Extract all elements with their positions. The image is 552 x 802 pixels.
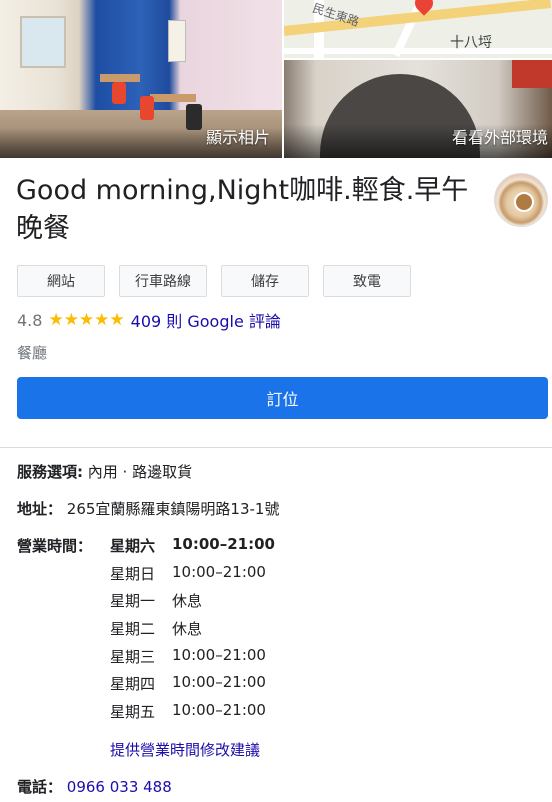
hours-table[interactable]: 星期六 10:00–21:00 星期日 10:00–21:00 星期一 休息 星… [110, 535, 275, 729]
business-category: 餐廳 [17, 344, 48, 362]
suggest-hours-edit-link[interactable]: 提供營業時間修改建議 [110, 739, 260, 760]
rating-row: 4.8 ★★★★★ 409 則 Google 評論 [17, 309, 281, 331]
hours-day: 星期二 [110, 620, 156, 639]
hours-day: 星期四 [110, 675, 156, 694]
call-button[interactable]: 致電 [323, 265, 411, 297]
save-button[interactable]: 儲存 [221, 265, 309, 297]
map-place-label: 十八埒 [450, 35, 492, 51]
hours-row-saturday: 星期六 10:00–21:00 [110, 535, 275, 563]
hours-time: 10:00–21:00 [172, 673, 266, 692]
show-photos-label[interactable]: 顯示相片 [206, 124, 270, 148]
see-outside-label[interactable]: 看看外部環境 [452, 124, 548, 148]
divider [0, 447, 552, 448]
hours-day: 星期六 [110, 537, 156, 555]
hours-row-friday: 星期五 10:00–21:00 [110, 701, 275, 729]
rating-value: 4.8 [17, 310, 43, 330]
sign-graphic [512, 60, 552, 88]
action-buttons: 網站 行車路線 儲存 致電 [17, 265, 411, 297]
hours-time: 10:00–21:00 [172, 645, 266, 664]
table-graphic [100, 74, 140, 82]
star-rating-icon: ★★★★★ [48, 310, 125, 330]
map-road [284, 48, 552, 54]
map-thumbnail[interactable]: 民生東路 十八埒 [284, 0, 552, 58]
hours-time: 休息 [172, 620, 203, 639]
hours-row-wednesday: 星期三 10:00–21:00 [110, 646, 275, 674]
hours-row-monday: 星期一 休息 [110, 590, 275, 618]
hours-label: 營業時間： [17, 537, 93, 555]
directions-button[interactable]: 行車路線 [119, 265, 207, 297]
phone-link[interactable]: 0966 033 488 [67, 778, 172, 796]
coffee-cup-icon [514, 192, 534, 212]
hours-day: 星期日 [110, 564, 156, 583]
phone-label: 電話： [17, 778, 63, 796]
chair-graphic [112, 82, 126, 104]
hours-row-sunday: 星期日 10:00–21:00 [110, 563, 275, 591]
hours-row-tuesday: 星期二 休息 [110, 618, 275, 646]
hours-time: 休息 [172, 592, 203, 611]
photo-strip: 顯示相片 民生東路 十八埒 看看外部環境 [0, 0, 552, 160]
business-name: Good morning,Night咖啡.輕食.早午晚餐 [16, 175, 469, 244]
hours-time: 10:00–21:00 [172, 562, 266, 581]
reserve-button[interactable]: 訂位 [17, 377, 548, 419]
wall-frame-graphic [168, 20, 186, 62]
website-button[interactable]: 網站 [17, 265, 105, 297]
window-graphic [20, 16, 66, 68]
address: 地址： 265宜蘭縣羅東鎮陽明路13-1號 [17, 498, 279, 519]
address-value: 265宜蘭縣羅東鎮陽明路13-1號 [66, 500, 280, 518]
chair-graphic [186, 104, 202, 130]
hours-day: 星期五 [110, 703, 156, 722]
hours-day: 星期一 [110, 592, 156, 611]
hours-time: 10:00–21:00 [172, 535, 275, 553]
service-options: 服務選項: 內用 · 路邊取貨 [17, 461, 192, 482]
reviews-link[interactable]: 409 則 Google 評論 [131, 308, 281, 332]
hours-day: 星期三 [110, 647, 156, 666]
table-graphic [150, 94, 196, 102]
hours-row-thursday: 星期四 10:00–21:00 [110, 673, 275, 701]
exterior-photo[interactable]: 看看外部環境 [284, 60, 552, 158]
service-options-label: 服務選項: [17, 463, 83, 481]
chair-graphic [140, 96, 154, 120]
phone: 電話： 0966 033 488 [17, 776, 172, 797]
hours-time: 10:00–21:00 [172, 701, 266, 720]
service-options-value: 內用 · 路邊取貨 [87, 463, 193, 481]
interior-photo[interactable]: 顯示相片 [0, 0, 282, 158]
address-label: 地址： [17, 500, 63, 518]
business-avatar[interactable] [494, 173, 548, 227]
